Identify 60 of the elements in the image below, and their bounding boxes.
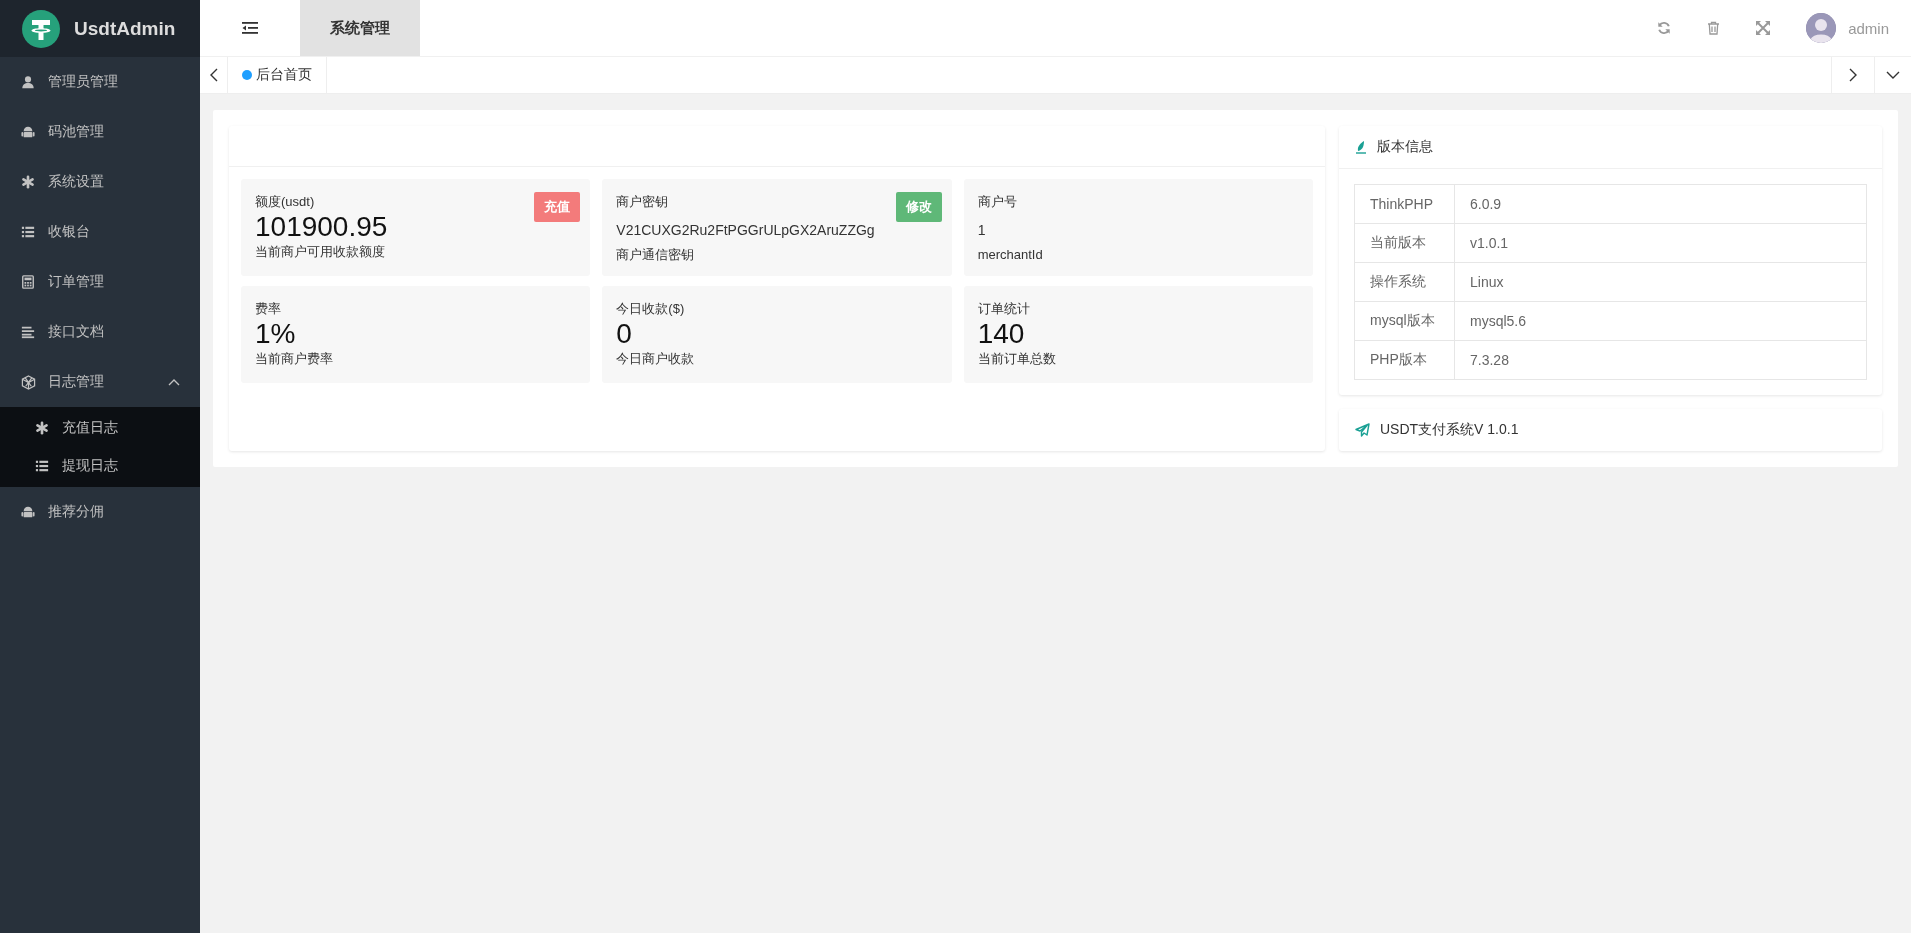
- stat-value: 0: [616, 318, 633, 350]
- table-cell: 当前版本: [1354, 223, 1455, 263]
- sidebar-item[interactable]: 接口文档: [0, 307, 200, 357]
- stat-label: 今日收款($): [616, 300, 685, 318]
- lines-icon: [20, 325, 36, 339]
- fullscreen-icon[interactable]: [1756, 21, 1771, 35]
- card-title: 版本信息: [1377, 138, 1433, 156]
- sidebar-item[interactable]: 收银台: [0, 207, 200, 257]
- menu-icon[interactable]: [242, 22, 258, 34]
- leaf-icon: [1355, 140, 1367, 154]
- header-tab[interactable]: 系统管理: [300, 0, 420, 56]
- stat-label: 商户密钥: [616, 193, 669, 211]
- list-icon: [20, 225, 36, 239]
- stat-label: 费率: [255, 300, 281, 318]
- avatar[interactable]: [1806, 13, 1837, 43]
- table-cell: PHP版本: [1354, 340, 1455, 380]
- stat-caption: 今日商户收款: [616, 350, 696, 368]
- system-version: USDT支付系统V 1.0.1: [1380, 421, 1519, 439]
- sidebar-subitem[interactable]: 提现日志: [0, 447, 200, 485]
- asterisk-icon: [20, 175, 36, 189]
- sidebar-item[interactable]: 日志管理: [0, 357, 200, 407]
- table-cell: mysql5.6: [1454, 301, 1867, 341]
- stat-caption: 当前商户可用收款额度: [255, 243, 386, 261]
- sidebar-item[interactable]: 系统设置: [0, 157, 200, 207]
- stat-caption: 当前订单总数: [977, 350, 1057, 368]
- table-cell: 7.3.28: [1454, 340, 1867, 380]
- sidebar-subitem[interactable]: 充值日志: [0, 409, 200, 447]
- refresh-icon[interactable]: [1657, 21, 1672, 35]
- stat-label: 订单统计: [977, 300, 1030, 318]
- table-cell: v1.0.1: [1454, 223, 1867, 263]
- sidebar-item[interactable]: 推荐分佣: [0, 487, 200, 537]
- list-icon: [34, 459, 50, 473]
- asterisk-icon: [34, 421, 50, 435]
- stat-value: V21CUXG2Ru2FtPGGrULpGX2AruZZGg: [616, 221, 876, 240]
- stat-caption: merchantId: [977, 246, 1044, 264]
- table-cell: ThinkPHP: [1354, 184, 1455, 224]
- stat-caption: 当前商户费率: [255, 350, 334, 368]
- table-cell: mysql版本: [1354, 301, 1455, 341]
- stat-value: 101900.95: [255, 211, 389, 243]
- sidebar-item[interactable]: 码池管理: [0, 107, 200, 157]
- cube-icon: [20, 374, 36, 390]
- table-cell: Linux: [1454, 262, 1867, 302]
- paper-plane-icon: [1355, 423, 1370, 437]
- sidebar-item[interactable]: 管理员管理: [0, 57, 200, 107]
- sidebar-item[interactable]: 订单管理: [0, 257, 200, 307]
- user-icon: [20, 75, 36, 89]
- stat-value: 140: [977, 318, 1026, 350]
- trash-icon[interactable]: [1707, 21, 1721, 35]
- stat-value: 1: [977, 221, 987, 240]
- android-icon: [20, 505, 36, 519]
- table-cell: 操作系统: [1354, 262, 1455, 302]
- table-cell: 6.0.9: [1454, 184, 1867, 224]
- logo-icon: [22, 9, 60, 48]
- calculator-icon: [20, 275, 36, 289]
- stat-label: 额度(usdt): [255, 193, 315, 211]
- stat-label: 商户号: [977, 193, 1017, 211]
- stat-caption: 商户通信密钥: [616, 246, 696, 264]
- android-icon: [20, 125, 36, 139]
- app-title: UsdtAdmin: [74, 17, 176, 40]
- stat-value: 1%: [255, 318, 297, 350]
